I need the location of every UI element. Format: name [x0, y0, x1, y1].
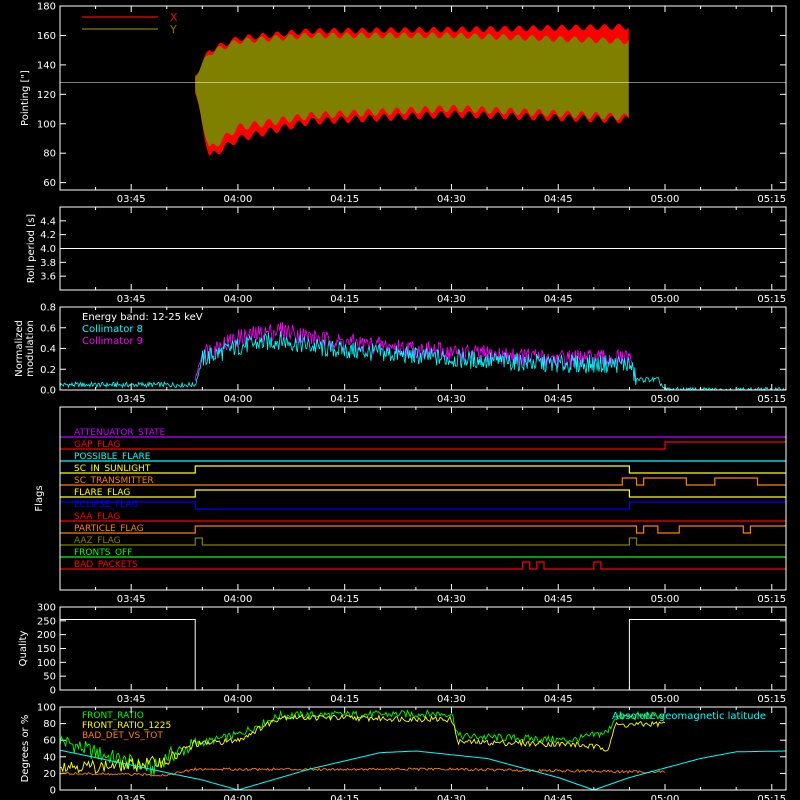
flags-ylabel: Flags — [34, 485, 45, 511]
ratios-ytick-label: 40 — [43, 752, 56, 763]
modulation-xtick-label: 04:30 — [437, 394, 466, 405]
ratios-ytick-label: 20 — [43, 769, 56, 780]
summary-figure: 6080100120140160180Pointing ["]XY03:45 04… — [0, 0, 800, 800]
roll-xtick-label: 05:15 — [757, 294, 786, 305]
roll-xtick-label: 05:00 — [651, 294, 680, 305]
quality-ytick-label: 150 — [37, 644, 56, 655]
modulation-ytick-label: 0.2 — [40, 365, 56, 376]
pointing-ytick-label: 140 — [37, 60, 56, 71]
roll-ytick-label: 4.0 — [40, 244, 56, 255]
quality-ytick-label: 50 — [43, 672, 56, 683]
pointing-ytick-label: 100 — [37, 119, 56, 130]
pointing-ylabel: Pointing ["] — [20, 70, 31, 126]
ratios-ytick-label: 0 — [50, 786, 56, 797]
quality-ytick-label: 0 — [50, 686, 56, 697]
ratios-xtick-label: 03:45 — [117, 794, 146, 800]
quality-ytick-label: 200 — [37, 630, 56, 641]
modulation-legend-label-9: Collimator 9 — [82, 336, 143, 347]
pointing-xtick-label: 03:45 — [117, 194, 146, 205]
ratio-legend-bad-det-vs-tot: BAD_DET_VS_TOT — [82, 731, 163, 741]
pointing-xtick-label: 04:15 — [330, 194, 359, 205]
flags-xtick-label: 04:15 — [330, 594, 359, 605]
quality-xtick-label: 04:15 — [330, 694, 359, 705]
ratios-xtick-label: 04:00 — [224, 794, 253, 800]
ratios-ylabel: Degrees or % — [20, 715, 31, 783]
quality-ytick-label: 100 — [37, 658, 56, 669]
pointing-xtick-label: 05:00 — [651, 194, 680, 205]
roll-xtick-label: 04:45 — [544, 294, 573, 305]
pointing-ytick-label: 120 — [37, 90, 56, 101]
pointing-xtick-label: 05:15 — [757, 194, 786, 205]
pointing-xtick-label: 04:00 — [224, 194, 253, 205]
modulation-xtick-label: 05:15 — [757, 394, 786, 405]
quality-xtick-label: 05:15 — [757, 694, 786, 705]
flags-xtick-label: 04:45 — [544, 594, 573, 605]
roll-ytick-label: 3.8 — [40, 258, 56, 269]
roll-xtick-label: 04:15 — [330, 294, 359, 305]
pointing-xtick-label: 04:45 — [544, 194, 573, 205]
roll-xtick-label: 03:45 — [117, 294, 146, 305]
roll-ytick-label: 4.4 — [40, 216, 56, 227]
quality-xtick-label: 04:30 — [437, 694, 466, 705]
modulation-ylabel-line1: Normalized — [14, 320, 25, 377]
flags-xtick-label: 04:00 — [224, 594, 253, 605]
quality-ylabel: Quality — [18, 631, 29, 667]
pointing-ytick-label: 180 — [37, 2, 56, 13]
ratios-xtick-label: 05:15 — [757, 794, 786, 800]
quality-ytick-label: 250 — [37, 616, 56, 627]
modulation-ytick-label: 0.0 — [40, 386, 56, 397]
modulation-ytick-label: 0.4 — [40, 344, 56, 355]
ratios-ytick-label: 60 — [43, 736, 56, 747]
pointing-legend-label-y: Y — [169, 23, 177, 36]
modulation-xtick-label: 04:00 — [224, 394, 253, 405]
pointing-ytick-label: 60 — [43, 178, 56, 189]
modulation-ytick-label: 0.6 — [40, 323, 56, 334]
modulation-xtick-label: 04:15 — [330, 394, 359, 405]
roll-ylabel: Roll period [s] — [26, 214, 37, 283]
ratios-xtick-label: 04:45 — [544, 794, 573, 800]
ratios-xtick-label: 04:15 — [330, 794, 359, 800]
ratio-legend-geomagnetic-latitude: Absolute geomagnetic latitude — [612, 711, 766, 722]
flags-xtick-label: 04:30 — [437, 594, 466, 605]
flags-xtick-label: 03:45 — [117, 594, 146, 605]
pointing-ytick-label: 80 — [43, 149, 56, 160]
quality-ytick-label: 300 — [37, 603, 56, 614]
modulation-ylabel-line2: modulation — [25, 320, 36, 377]
roll-ytick-label: 4.2 — [40, 230, 56, 241]
modulation-legend-label-8: Collimator 8 — [82, 324, 143, 335]
ratios-xtick-label: 05:00 — [651, 794, 680, 800]
roll-ytick-label: 3.6 — [40, 272, 56, 283]
roll-xtick-label: 04:00 — [224, 294, 253, 305]
pointing-ytick-label: 160 — [37, 31, 56, 42]
ratio-legend-front-ratio-1225: FRONT_RATIO_1225 — [82, 721, 171, 731]
quality-xtick-label: 03:45 — [117, 694, 146, 705]
roll-xtick-label: 04:30 — [437, 294, 466, 305]
flags-xtick-label: 05:15 — [757, 594, 786, 605]
quality-xtick-label: 05:00 — [651, 694, 680, 705]
ratios-ytick-label: 100 — [37, 703, 56, 714]
quality-xtick-label: 04:00 — [224, 694, 253, 705]
quality-xtick-label: 04:45 — [544, 694, 573, 705]
modulation-legend-title: Energy band: 12-25 keV — [82, 312, 203, 323]
modulation-xtick-label: 05:00 — [651, 394, 680, 405]
ratios-ytick-label: 80 — [43, 719, 56, 730]
modulation-xtick-label: 03:45 — [117, 394, 146, 405]
ratio-legend-front-ratio: FRONT_RATIO — [82, 711, 144, 721]
modulation-ytick-label: 0.8 — [40, 303, 56, 314]
pointing-xtick-label: 04:30 — [437, 194, 466, 205]
ratios-xtick-label: 04:30 — [437, 794, 466, 800]
flags-xtick-label: 05:00 — [651, 594, 680, 605]
modulation-xtick-label: 04:45 — [544, 394, 573, 405]
